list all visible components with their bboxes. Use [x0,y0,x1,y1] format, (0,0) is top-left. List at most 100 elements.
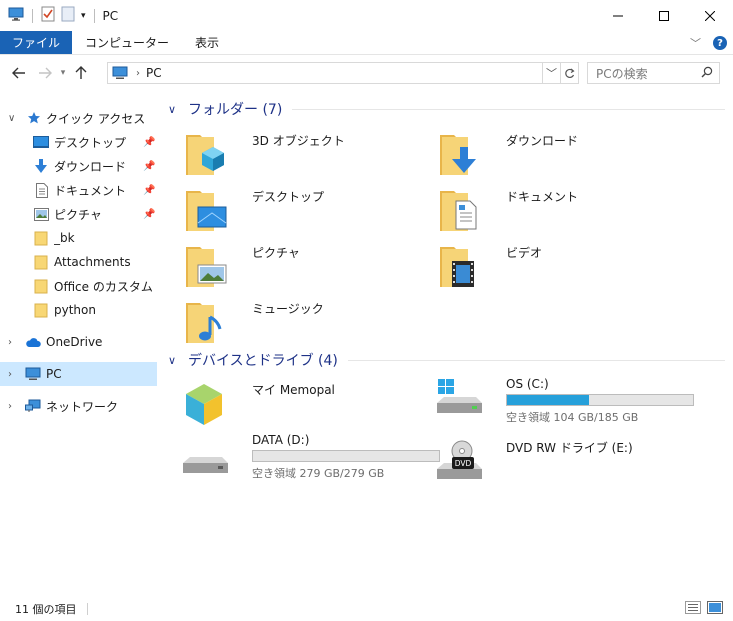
chevron-right-icon[interactable]: › [8,337,18,348]
3d-objects-icon [186,135,224,175]
view-toggle [685,601,723,617]
address-actions: ﹀ [542,63,578,83]
pin-icon[interactable]: 📌 [143,161,155,172]
folder-item-pictures[interactable]: ピクチャ [182,241,432,295]
computer-icon [25,366,41,382]
sidebar-item-onedrive[interactable]: › OneDrive [0,330,157,354]
expand-ribbon-icon[interactable]: ﹀ [690,35,701,51]
sidebar-item-pc[interactable]: › PC [0,362,157,386]
tab-file[interactable]: ファイル [0,31,73,54]
hard-drive-icon [183,457,228,473]
separator [32,8,33,23]
device-item-d-drive[interactable]: DATA (D:) 空き領域 279 GB/279 GB [182,433,440,487]
maximize-button[interactable] [641,0,687,31]
folder-item-videos[interactable]: ビデオ [436,241,686,295]
network-icon [25,398,41,414]
folder-icon [33,254,49,270]
sidebar-item-documents[interactable]: ドキュメント 📌 [0,178,157,202]
folder-icon [33,230,49,246]
chevron-right-icon[interactable]: › [136,68,140,79]
help-icon[interactable]: ? [713,36,727,50]
sidebar-item-network[interactable]: › ネットワーク [0,394,157,418]
separator [86,603,88,615]
chevron-down-icon[interactable]: ∨ [168,103,182,116]
pictures-folder-icon [186,247,227,287]
videos-folder-icon [440,247,474,287]
folder-name: デスクトップ [252,190,325,204]
search-input[interactable]: PCの検索 [596,65,648,82]
refresh-icon[interactable] [560,63,578,83]
sidebar-item-folder[interactable]: python [0,298,157,322]
folder-icon [33,278,49,294]
device-item-c-drive[interactable]: OS (C:) 空き領域 104 GB/185 GB [436,377,694,431]
folder-item-music[interactable]: ミュージック [182,297,432,351]
address-bar[interactable]: › PC ﹀ [107,62,579,84]
folder-item-3d-objects[interactable]: 3D オブジェクト [182,129,432,183]
details-view-icon[interactable] [685,601,701,617]
up-button[interactable] [70,62,92,84]
star-icon [26,110,42,126]
sidebar-item-folder[interactable]: Office のカスタム テンプレート [0,274,157,298]
folder-name: ビデオ [506,246,543,260]
close-button[interactable] [687,0,733,31]
folder-name: ドキュメント [506,190,579,204]
chevron-down-icon[interactable]: ∨ [168,354,182,367]
sidebar-item-quick-access[interactable]: ∨ クイック アクセス [0,106,157,130]
folder-name: 3D オブジェクト [252,134,345,148]
sidebar-item-folder[interactable]: Attachments [0,250,157,274]
downloads-folder-icon [440,135,476,175]
large-icons-view-icon[interactable] [707,601,723,617]
sidebar-item-label: Attachments [54,255,131,269]
folder-item-downloads[interactable]: ダウンロード [436,129,686,183]
device-name: DATA (D:) [252,433,310,447]
sidebar-item-label: ダウンロード [54,159,127,174]
group-header-devices[interactable]: ∨ デバイスとドライブ (4) [162,349,725,371]
breadcrumb[interactable]: PC [146,66,162,80]
sidebar-item-label: ネットワーク [46,399,119,414]
sidebar-item-downloads[interactable]: ダウンロード 📌 [0,154,157,178]
chevron-right-icon[interactable]: › [8,401,18,412]
properties-icon[interactable] [41,6,55,25]
ribbon-right: ﹀ ? [690,35,727,51]
sidebar-item-folder[interactable]: _bk [0,226,157,250]
folder-name: ミュージック [252,302,324,316]
computer-icon[interactable] [8,7,24,24]
sidebar-item-pictures[interactable]: ピクチャ 📌 [0,202,157,226]
sidebar-item-label: デスクトップ [54,135,127,150]
sidebar-item-label: python [54,303,96,317]
search-box[interactable]: PCの検索 [587,62,720,84]
minimize-button[interactable] [595,0,641,31]
content-pane: ∨ フォルダー (7) 3D オブジェクト ダウンロード デスクトップ ドキュメ… [162,95,733,595]
ribbon-tabs: ファイル コンピューター 表示 ﹀ ? [0,31,733,55]
picture-icon [33,206,49,222]
customize-dropdown-icon[interactable]: ▾ [81,11,86,21]
device-item-memopal[interactable]: マイ Memopal [182,381,432,435]
status-bar: 11 個の項目 [0,597,733,621]
address-history-dropdown-icon[interactable]: ﹀ [542,63,560,83]
pin-icon[interactable]: 📌 [143,209,155,220]
group-header-folders[interactable]: ∨ フォルダー (7) [162,98,725,120]
group-title: フォルダー (7) [188,102,283,118]
device-name: OS (C:) [506,377,549,391]
tab-view[interactable]: 表示 [182,31,232,54]
pin-icon[interactable]: 📌 [143,137,155,148]
tab-computer[interactable]: コンピューター [72,31,182,54]
chevron-down-icon[interactable]: ∨ [8,113,18,124]
folder-name: ダウンロード [506,134,579,148]
music-folder-icon [186,303,222,343]
new-folder-icon[interactable] [61,6,75,25]
sidebar-item-label: OneDrive [46,335,103,349]
sidebar-item-desktop[interactable]: デスクトップ 📌 [0,130,157,154]
device-item-dvd-drive[interactable]: DVD DVD RW ドライブ (E:) [436,439,686,493]
recent-locations-button[interactable]: ▾ [56,62,70,84]
pin-icon[interactable]: 📌 [143,185,155,196]
folder-item-documents[interactable]: ドキュメント [436,185,686,239]
search-icon[interactable] [701,66,713,81]
dvd-drive-icon: DVD [437,440,482,479]
folder-item-desktop[interactable]: デスクトップ [182,185,432,239]
windows-drive-icon [437,379,482,413]
chevron-right-icon[interactable]: › [8,369,18,380]
forward-button[interactable] [34,62,56,84]
folder-icon [33,302,49,318]
back-button[interactable] [8,62,30,84]
